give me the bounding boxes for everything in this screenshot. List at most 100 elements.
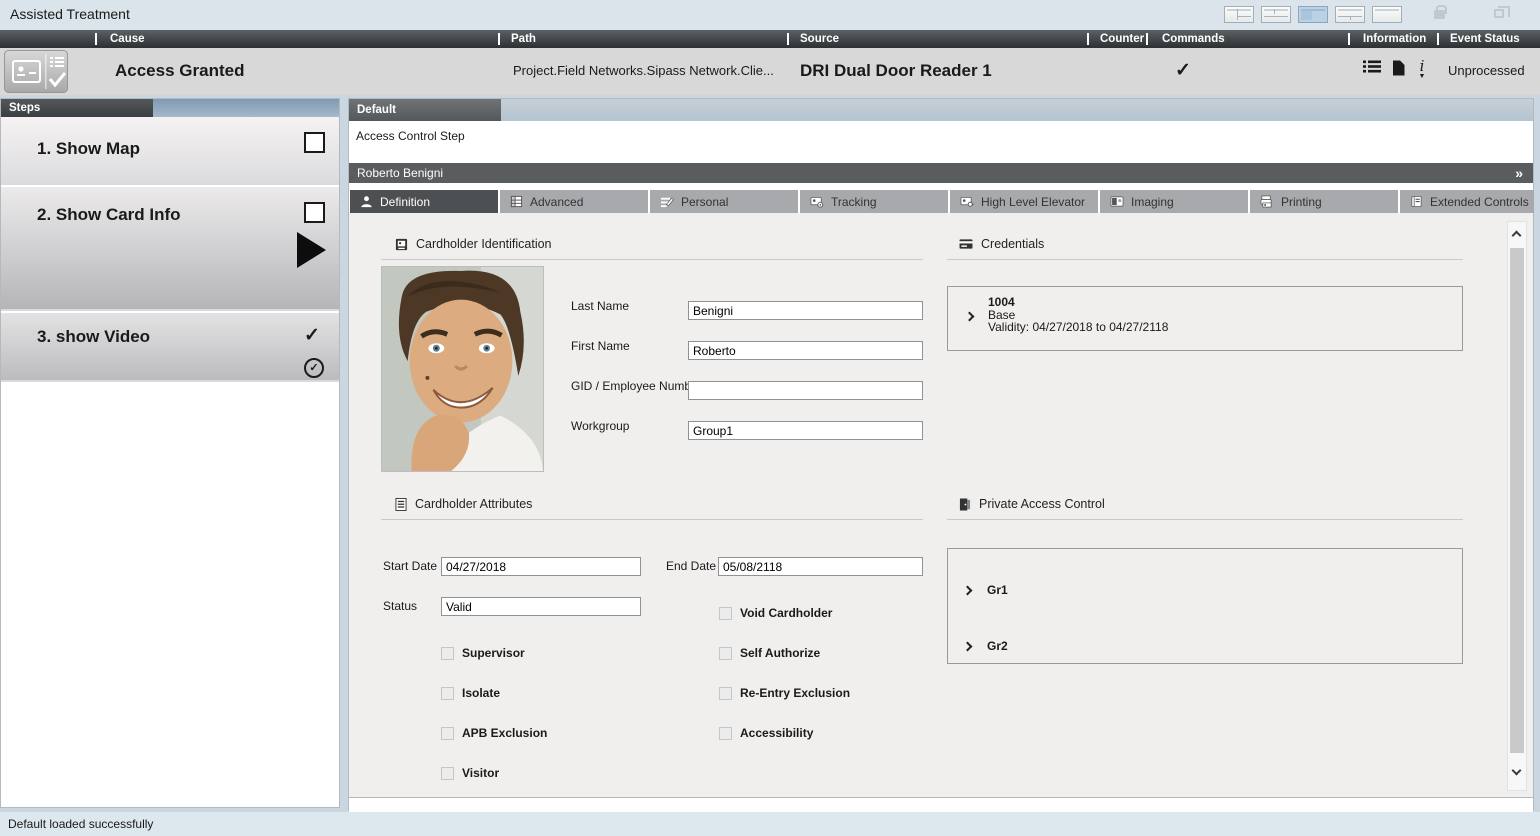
credential-item[interactable]: 1004 Base Validity: 04/27/2018 to 04/27/…: [947, 286, 1463, 351]
column-separator: [1146, 33, 1148, 45]
scroll-up-icon[interactable]: [1512, 231, 1522, 241]
edit-list-icon: [660, 195, 674, 208]
step-play-icon[interactable]: [297, 232, 326, 268]
layout-left-pane-icon[interactable]: [1298, 6, 1328, 23]
checkbox-row-re-entry-exclusion[interactable]: Re-Entry Exclusion: [719, 686, 850, 700]
step-checkbox[interactable]: [304, 202, 325, 223]
step-item-show-video[interactable]: 3. show Video ✓ ✓: [1, 313, 339, 382]
checkbox-row-self-authorize[interactable]: Self Authorize: [719, 646, 820, 660]
window-title: Assisted Treatment: [10, 6, 130, 22]
checkbox-row-void-cardholder[interactable]: Void Cardholder: [719, 606, 832, 620]
column-commands[interactable]: Commands: [1162, 30, 1225, 48]
tab-tracking[interactable]: Tracking: [800, 190, 948, 213]
lock-icon[interactable]: [1434, 10, 1445, 19]
notebook-icon: [1410, 195, 1423, 208]
tab-extended-controls[interactable]: Extended Controls: [1400, 190, 1534, 213]
expand-more-icon[interactable]: »: [1515, 163, 1523, 183]
step-item-show-card-info[interactable]: 2. Show Card Info: [1, 187, 339, 311]
cardholder-attributes-header: Cardholder Attributes: [395, 497, 532, 511]
treatment-tab-strip: [349, 99, 1533, 121]
start-date-input[interactable]: [441, 557, 641, 576]
access-event-type-icon[interactable]: [4, 50, 68, 93]
step-label: 2. Show Card Info: [37, 205, 181, 225]
event-document-icon[interactable]: [1392, 60, 1405, 81]
start-date-label: Start Date: [383, 559, 437, 573]
group-expand-chevron-icon[interactable]: [963, 641, 973, 651]
scroll-down-icon[interactable]: [1512, 766, 1522, 776]
tab-imaging[interactable]: Imaging: [1100, 190, 1248, 213]
status-label: Status: [383, 599, 417, 613]
status-input[interactable]: [441, 597, 641, 616]
command-executed-check-icon: ✓: [1163, 59, 1203, 82]
column-counter[interactable]: Counter: [1100, 30, 1144, 48]
gid-employee-number-label: GID / Employee Number: [571, 379, 702, 393]
layout-split-topleft-icon[interactable]: [1261, 6, 1291, 23]
tab-high-level-elevator[interactable]: High Level Elevator: [950, 190, 1098, 213]
first-name-input[interactable]: [688, 341, 923, 360]
column-information[interactable]: Information: [1363, 30, 1426, 48]
column-event-status[interactable]: Event Status: [1450, 30, 1520, 48]
workgroup-input[interactable]: [688, 421, 923, 440]
definition-tab-content: Cardholder Identification Last Name: [349, 213, 1533, 797]
step-acknowledged-icon[interactable]: ✓: [304, 358, 324, 378]
attributes-list-icon: [395, 498, 407, 511]
tab-default[interactable]: Default: [349, 99, 501, 121]
layout-grid-top-icon[interactable]: [1335, 6, 1365, 23]
column-separator: [787, 33, 789, 45]
access-group-row[interactable]: Gr2: [964, 639, 1008, 653]
vertical-scrollbar[interactable]: [1507, 221, 1527, 791]
column-cause[interactable]: Cause: [110, 30, 145, 48]
step-completed-check-icon: ✓: [304, 326, 320, 346]
self-authorize-checkbox[interactable]: [719, 647, 732, 660]
last-name-label: Last Name: [571, 299, 629, 313]
visitor-checkbox[interactable]: [441, 767, 454, 780]
tab-personal[interactable]: Personal: [650, 190, 798, 213]
step-checkbox[interactable]: [304, 132, 325, 153]
cardholder-name-bar: Roberto Benigni »: [349, 163, 1533, 183]
tab-printing[interactable]: Printing: [1250, 190, 1398, 213]
cardholder-id-icon: [395, 238, 408, 251]
layout-grid-left-icon[interactable]: [1224, 6, 1254, 23]
column-separator: [1348, 33, 1350, 45]
cascade-windows-icon[interactable]: [1494, 9, 1504, 18]
checkbox-row-supervisor[interactable]: Supervisor: [441, 646, 525, 660]
layout-single-pane-icon[interactable]: [1372, 6, 1402, 23]
table-icon: [510, 195, 523, 208]
steps-panel-tab[interactable]: Steps: [1, 99, 153, 117]
isolate-checkbox[interactable]: [441, 687, 454, 700]
re-entry-exclusion-checkbox[interactable]: [719, 687, 732, 700]
step-type-label: Access Control Step: [356, 129, 465, 143]
credential-expand-chevron-icon[interactable]: [965, 312, 975, 322]
checkbox-row-accessibility[interactable]: Accessibility: [719, 726, 813, 740]
credential-validity: Validity: 04/27/2018 to 04/27/2118: [988, 321, 1168, 334]
group-expand-chevron-icon[interactable]: [963, 585, 973, 595]
step-item-show-map[interactable]: 1. Show Map: [1, 117, 339, 185]
apb-exclusion-checkbox[interactable]: [441, 727, 454, 740]
main-panel-footer: [349, 797, 1533, 812]
event-log-list-icon[interactable]: [1363, 60, 1381, 78]
last-name-input[interactable]: [688, 301, 923, 320]
checkbox-row-isolate[interactable]: Isolate: [441, 686, 500, 700]
void-cardholder-checkbox[interactable]: [719, 607, 732, 620]
photo-icon: [1110, 195, 1124, 208]
event-information-dropdown-icon[interactable]: i ▼: [1416, 60, 1428, 81]
scrollbar-thumb[interactable]: [1510, 248, 1524, 753]
event-row[interactable]: Access Granted Project.Field Networks.Si…: [0, 48, 1540, 95]
supervisor-checkbox[interactable]: [441, 647, 454, 660]
status-bar: Default loaded successfully: [0, 812, 1540, 836]
tab-advanced[interactable]: Advanced: [500, 190, 648, 213]
cardholder-tab-bar: Definition Advanced Personal Tracking Hi…: [350, 190, 1534, 213]
accessibility-checkbox[interactable]: [719, 727, 732, 740]
access-group-row[interactable]: Gr1: [964, 583, 1008, 597]
checkbox-row-apb-exclusion[interactable]: APB Exclusion: [441, 726, 547, 740]
gid-employee-number-input[interactable]: [688, 381, 923, 400]
layout-button-group: [1224, 6, 1402, 23]
event-cause: Access Granted: [115, 61, 244, 81]
checkbox-row-visitor[interactable]: Visitor: [441, 766, 499, 780]
column-separator: [498, 33, 500, 45]
column-source[interactable]: Source: [800, 30, 839, 48]
column-path[interactable]: Path: [511, 30, 536, 48]
tab-definition[interactable]: Definition: [350, 190, 498, 213]
end-date-input[interactable]: [718, 557, 923, 576]
credential-card-number: 1004: [988, 296, 1168, 309]
